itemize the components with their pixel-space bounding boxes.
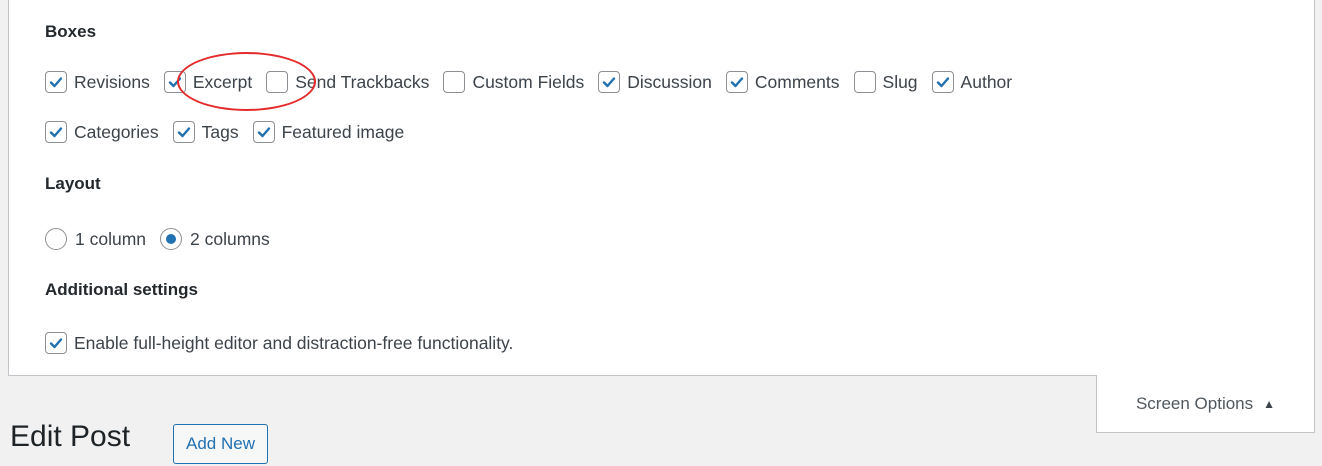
box-option-comments[interactable]: Comments: [725, 71, 840, 93]
custom-fields-label: Custom Fields: [472, 71, 585, 92]
checkmark-icon: [49, 77, 63, 88]
slug-label: Slug: [882, 71, 918, 92]
checkmark-icon: [936, 77, 949, 88]
distraction-free-option[interactable]: Enable full-height editor and distractio…: [45, 332, 513, 354]
send-trackbacks-checkbox[interactable]: [266, 71, 289, 93]
author-checkbox[interactable]: [931, 71, 954, 93]
featured-image-checkbox[interactable]: [252, 121, 275, 143]
layout-row: 1 column 2 columns: [45, 228, 284, 250]
triangle-up-icon: ▲: [1263, 396, 1276, 411]
boxes-heading: Boxes: [45, 22, 97, 41]
additional-settings-row: Enable full-height editor and distractio…: [45, 332, 527, 354]
additional-settings-heading: Additional settings: [45, 280, 198, 299]
discussion-label: Discussion: [627, 71, 712, 92]
box-option-tags[interactable]: Tags: [172, 121, 239, 143]
custom-fields-checkbox[interactable]: [443, 71, 466, 93]
layout-option-1-column[interactable]: 1 column: [45, 228, 146, 250]
checkmark-icon: [49, 338, 63, 349]
boxes-row-1: Revisions Excerpt Send Trackbacks Custom…: [45, 71, 1026, 93]
layout-option-2-columns[interactable]: 2 columns: [160, 228, 270, 250]
featured-image-label: Featured image: [281, 121, 405, 142]
discussion-checkbox[interactable]: [598, 71, 621, 93]
checkmark-icon: [730, 77, 744, 88]
comments-checkbox[interactable]: [725, 71, 748, 93]
comments-label: Comments: [754, 71, 840, 92]
slug-checkbox[interactable]: [853, 71, 876, 93]
author-label: Author: [960, 71, 1013, 92]
page-title: Edit Post: [10, 420, 131, 453]
two-columns-label: 2 columns: [190, 228, 270, 249]
send-trackbacks-label: Send Trackbacks: [295, 71, 430, 92]
distraction-free-checkbox[interactable]: [45, 332, 67, 354]
one-column-radio[interactable]: [45, 228, 67, 250]
add-new-button[interactable]: Add New: [173, 424, 268, 464]
checkmark-icon: [168, 77, 182, 88]
box-option-slug[interactable]: Slug: [853, 71, 918, 93]
one-column-label: 1 column: [75, 228, 147, 249]
radio-dot-icon: [166, 234, 177, 244]
screen-options-toggle[interactable]: Screen Options ▲: [1096, 375, 1315, 433]
box-option-revisions[interactable]: Revisions: [45, 71, 150, 93]
checkmark-icon: [49, 127, 63, 138]
box-option-excerpt[interactable]: Excerpt: [163, 71, 253, 93]
layout-heading: Layout: [45, 174, 101, 193]
distraction-free-label: Enable full-height editor and distractio…: [74, 332, 514, 353]
boxes-row-2: Categories Tags Featured image: [45, 121, 418, 143]
categories-checkbox[interactable]: [45, 121, 67, 143]
box-option-send-trackbacks[interactable]: Send Trackbacks: [266, 71, 429, 93]
checkmark-icon: [603, 77, 616, 88]
checkmark-icon: [177, 127, 190, 138]
tags-checkbox[interactable]: [172, 121, 195, 143]
box-option-featured-image[interactable]: Featured image: [252, 121, 405, 143]
box-option-categories[interactable]: Categories: [45, 121, 159, 143]
box-option-discussion[interactable]: Discussion: [598, 71, 712, 93]
tags-label: Tags: [201, 121, 239, 142]
screen-options-label: Screen Options: [1135, 393, 1254, 413]
screen-options-panel: Boxes Revisions Excerpt Send Trackbacks …: [8, 0, 1315, 376]
revisions-checkbox[interactable]: [45, 71, 67, 93]
two-columns-radio[interactable]: [160, 228, 183, 250]
categories-label: Categories: [74, 121, 159, 142]
excerpt-checkbox[interactable]: [163, 71, 186, 93]
excerpt-label: Excerpt: [192, 71, 253, 92]
checkmark-icon: [257, 127, 270, 138]
box-option-author[interactable]: Author: [931, 71, 1013, 93]
box-option-custom-fields[interactable]: Custom Fields: [443, 71, 584, 93]
revisions-label: Revisions: [74, 71, 150, 92]
